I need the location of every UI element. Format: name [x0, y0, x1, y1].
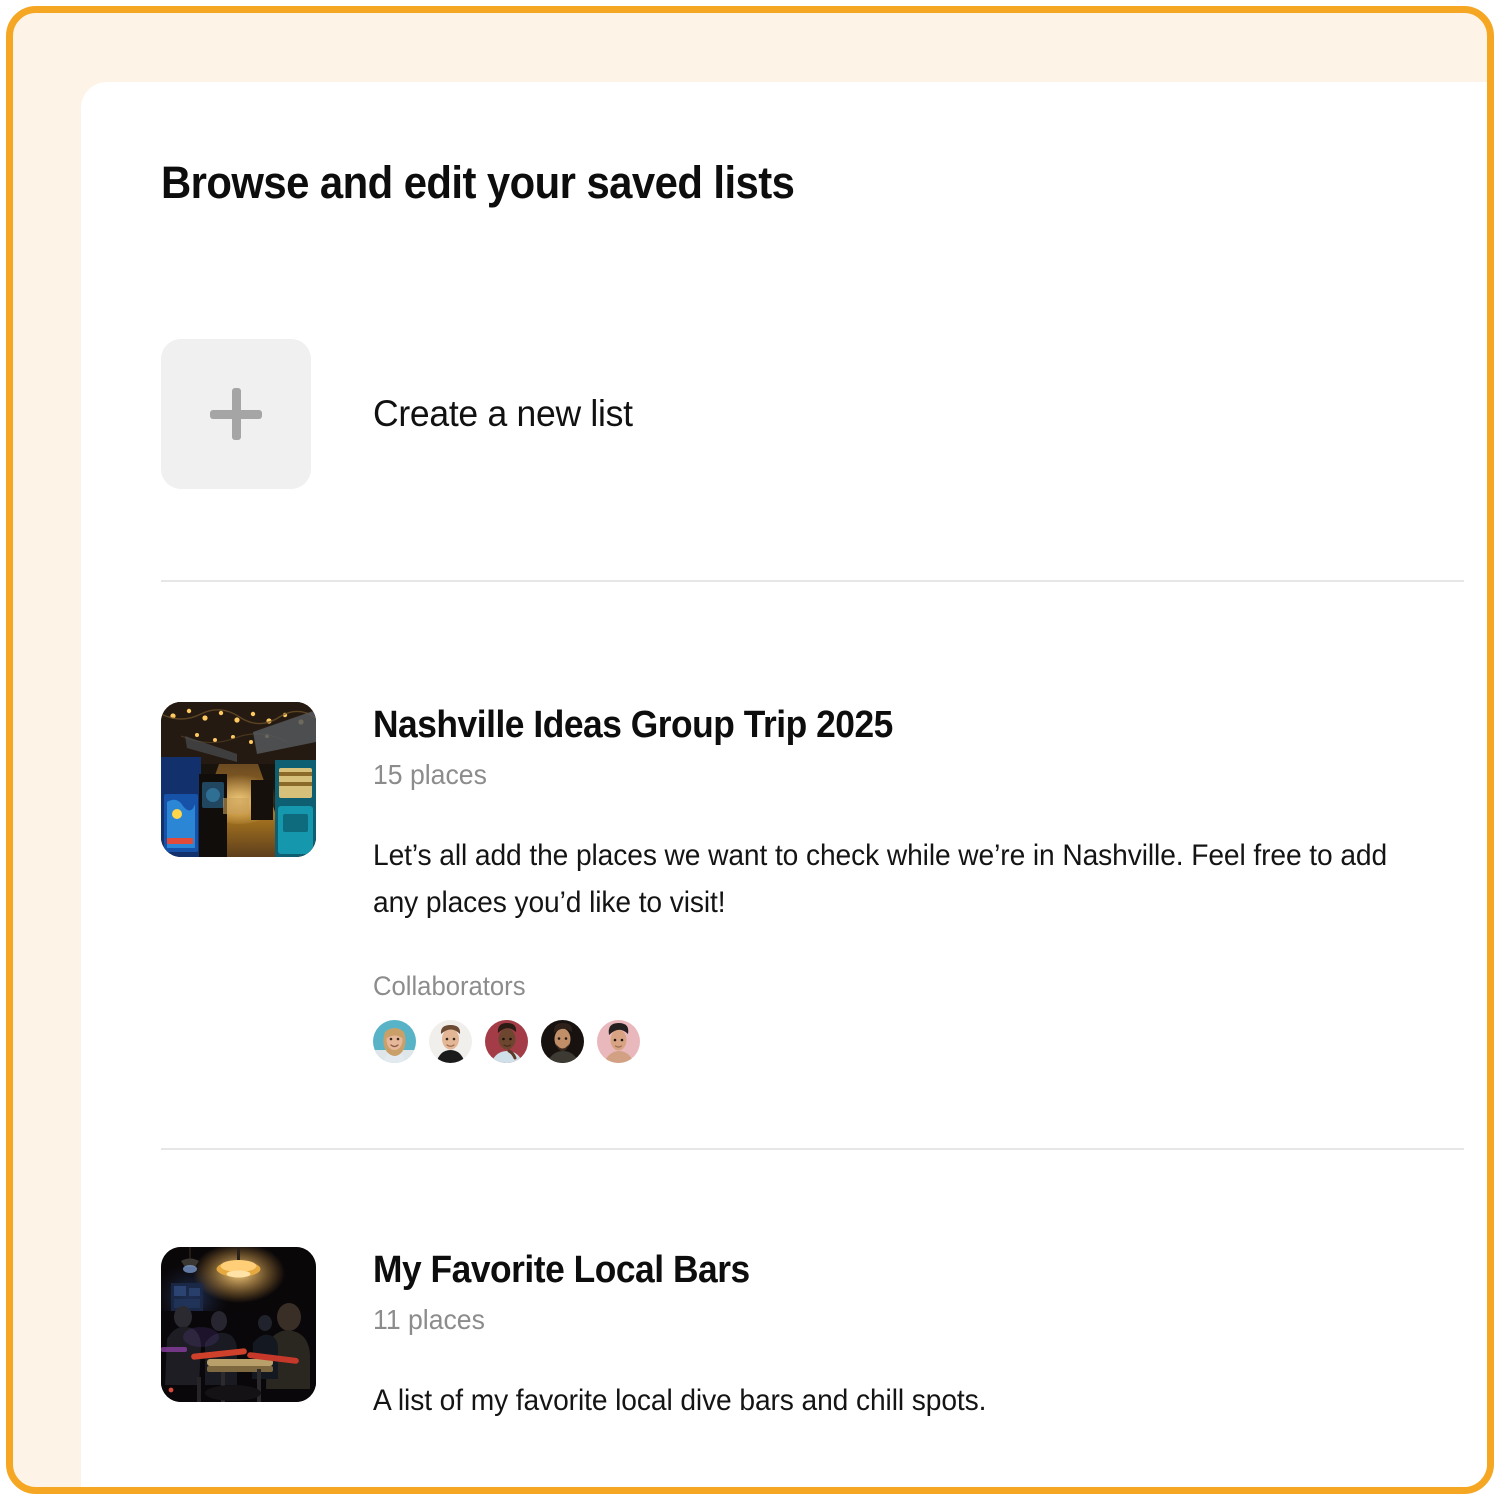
avatar[interactable]: [597, 1020, 640, 1064]
list-item[interactable]: Nashville Ideas Group Trip 2025 15 place…: [161, 702, 1476, 1064]
list-thumbnail-arcade-bar[interactable]: [161, 702, 316, 857]
collaborators-label: Collaborators: [373, 971, 526, 1002]
divider: [161, 580, 1464, 582]
create-new-list-tile[interactable]: [161, 339, 311, 489]
avatar[interactable]: [373, 1020, 416, 1064]
list-item-place-count: 11 places: [373, 1303, 485, 1335]
page-title: Browse and edit your saved lists: [161, 157, 795, 208]
list-item-body: Nashville Ideas Group Trip 2025 15 place…: [373, 702, 1476, 1064]
avatar[interactable]: [485, 1020, 528, 1064]
list-item-description: A list of my favorite local dive bars an…: [373, 1383, 987, 1417]
list-item-description: Let’s all add the places we want to chec…: [373, 838, 1388, 920]
content-inner: Browse and edit your saved lists Create …: [161, 82, 1476, 1487]
list-item[interactable]: My Favorite Local Bars 11 places A list …: [161, 1247, 1476, 1424]
list-item-place-count: 15 places: [373, 758, 487, 790]
create-new-list-row[interactable]: Create a new list: [161, 339, 1476, 489]
create-new-list-label: Create a new list: [373, 393, 633, 434]
list-item-title: Nashville Ideas Group Trip 2025: [373, 704, 893, 746]
divider: [161, 1148, 1464, 1150]
list-thumbnail-live-band-bar[interactable]: [161, 1247, 316, 1402]
content-card: Browse and edit your saved lists Create …: [81, 82, 1487, 1487]
collaborator-avatars: [373, 1020, 1476, 1064]
plus-icon: [210, 388, 262, 440]
avatar[interactable]: [541, 1020, 584, 1064]
avatar[interactable]: [429, 1020, 472, 1064]
app-frame: Browse and edit your saved lists Create …: [6, 6, 1494, 1494]
list-item-title: My Favorite Local Bars: [373, 1249, 750, 1291]
list-item-body: My Favorite Local Bars 11 places A list …: [373, 1247, 1476, 1424]
